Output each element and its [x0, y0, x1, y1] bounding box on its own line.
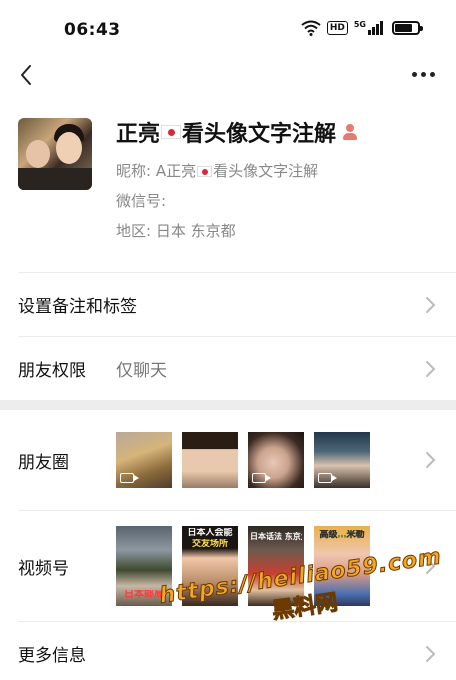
remarks-row[interactable]: 设置备注和标签: [0, 273, 456, 336]
back-button[interactable]: [12, 60, 40, 90]
more-button[interactable]: [408, 62, 438, 86]
channels-thumb-caption: 日本话法 东京大庆: [250, 532, 302, 541]
profile-header: 正亮 看头像文字注解 昵称: A正亮 看头像文字注解 微信号: 地区: 日本 东京…: [0, 98, 456, 272]
more-dot: [411, 71, 417, 77]
wechat-id-line: 微信号:: [116, 190, 166, 211]
chevron-right-icon: [426, 645, 436, 662]
nickname-label: 昵称:: [116, 162, 152, 180]
chevron-right-icon: [426, 452, 436, 468]
video-camera-icon: [252, 473, 271, 483]
avatar[interactable]: [18, 118, 92, 190]
status-time: 06:43: [64, 20, 121, 40]
status-icons: HD 5G: [301, 20, 423, 36]
moments-thumbs: [116, 432, 370, 488]
channels-label: 视频号: [18, 558, 69, 579]
permissions-row[interactable]: 朋友权限 仅聊天: [0, 337, 456, 400]
channels-thumb-caption: 交友场所: [191, 539, 228, 549]
display-name-part2: 看头像文字注解: [182, 122, 337, 147]
japan-flag-icon: [161, 125, 182, 139]
permissions-value: 仅聊天: [116, 361, 167, 381]
moments-thumb[interactable]: [314, 432, 370, 488]
chevron-right-icon: [426, 360, 436, 377]
network-label: 5G: [354, 21, 383, 35]
region-value: 日本 东京都: [155, 222, 236, 240]
section-gap: [0, 400, 456, 410]
chevron-left-icon: [21, 65, 31, 85]
moments-label: 朋友圈: [18, 452, 69, 473]
female-gender-icon: [342, 124, 358, 140]
video-camera-icon: [120, 473, 139, 483]
nickname-part1: A正亮: [155, 162, 197, 180]
moments-thumb[interactable]: [248, 432, 304, 488]
remarks-label: 设置备注和标签: [18, 297, 137, 317]
nickname-line: 昵称: A正亮 看头像文字注解: [116, 160, 318, 181]
wechat-id-label: 微信号:: [116, 192, 167, 210]
moments-thumb[interactable]: [182, 432, 238, 488]
battery-icon: [392, 21, 423, 35]
status-bar: 06:43 HD 5G: [0, 0, 456, 58]
permissions-label: 朋友权限: [18, 361, 86, 381]
region-label: 地区:: [116, 222, 152, 240]
more-info-label: 更多信息: [18, 646, 86, 666]
battery-fill: [395, 24, 413, 32]
region-line: 地区: 日本 东京都: [116, 220, 236, 241]
nickname-part2: 看头像文字注解: [213, 162, 319, 180]
moments-thumb[interactable]: [116, 432, 172, 488]
channels-thumb-caption: 高级…米勒: [319, 530, 365, 540]
more-dot: [429, 71, 435, 77]
more-dot: [420, 71, 426, 77]
display-name-row: 正亮 看头像文字注解: [116, 116, 358, 148]
japan-flag-icon: [197, 166, 213, 177]
video-camera-icon: [318, 473, 337, 483]
moments-row[interactable]: 朋友圈: [0, 410, 456, 510]
hd-badge: HD: [326, 21, 348, 35]
wifi-icon: [301, 20, 321, 36]
display-name-part1: 正亮: [116, 122, 161, 147]
nav-bar: [0, 58, 456, 98]
channels-thumb-caption: 日本人会能: [187, 528, 233, 538]
chevron-right-icon: [426, 296, 436, 313]
